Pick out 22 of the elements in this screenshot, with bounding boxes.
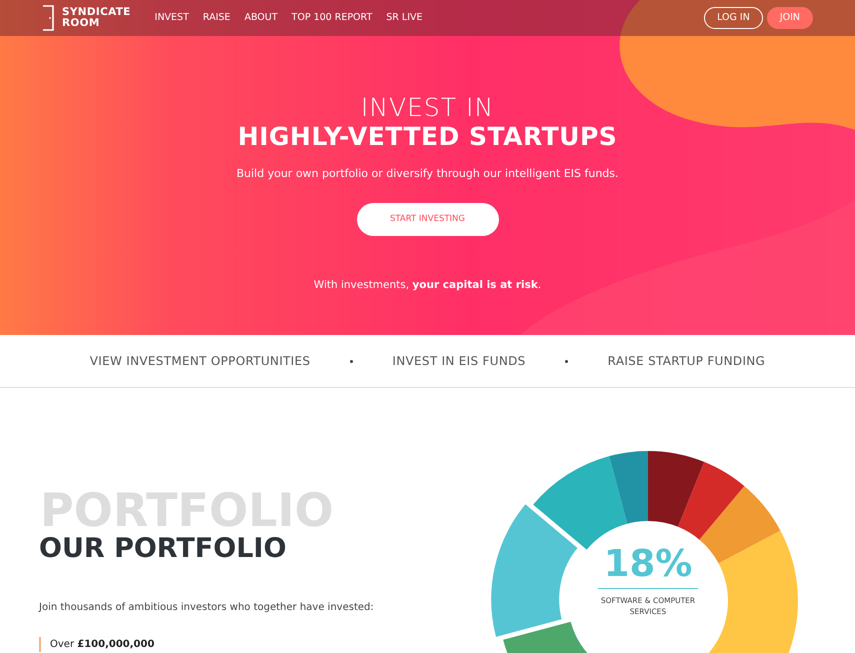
start-investing-button[interactable]: START INVESTING	[356, 202, 498, 236]
hero-headline: HIGHLY-VETTED STARTUPS	[236, 122, 618, 152]
nav-link[interactable]: INVEST	[154, 10, 189, 26]
section-title: OUR PORTFOLIO	[39, 533, 286, 564]
quick-link[interactable]: VIEW INVESTMENT OPPORTUNITIES	[90, 352, 310, 370]
login-button[interactable]: LOG IN	[704, 7, 763, 29]
nav-link[interactable]: SR LIVE	[386, 10, 423, 26]
logo-text: SYNDICATE	[62, 7, 131, 18]
door-icon	[42, 5, 54, 31]
hero-title: INVEST IN	[360, 94, 496, 122]
risk-note: With investments, your capital is at risk.	[314, 278, 542, 290]
separator-dot	[565, 360, 568, 362]
percent-value: 18%	[598, 544, 698, 589]
quick-link[interactable]: RAISE STARTUP FUNDING	[608, 352, 766, 370]
separator-dot	[350, 360, 353, 362]
nav-link[interactable]: ABOUT	[244, 10, 278, 26]
nav-link[interactable]: TOP 100 REPORT	[292, 10, 372, 26]
hero-subtitle: Build your own portfolio or diversify through our intelligent EIS funds.	[235, 166, 620, 182]
nav-link[interactable]: RAISE	[202, 10, 230, 26]
intro-text: Join thousands of ambitious investors who together have invested:	[39, 602, 374, 613]
quick-link[interactable]: INVEST IN EIS FUNDS	[392, 352, 526, 370]
logo-text: ROOM	[62, 18, 101, 29]
